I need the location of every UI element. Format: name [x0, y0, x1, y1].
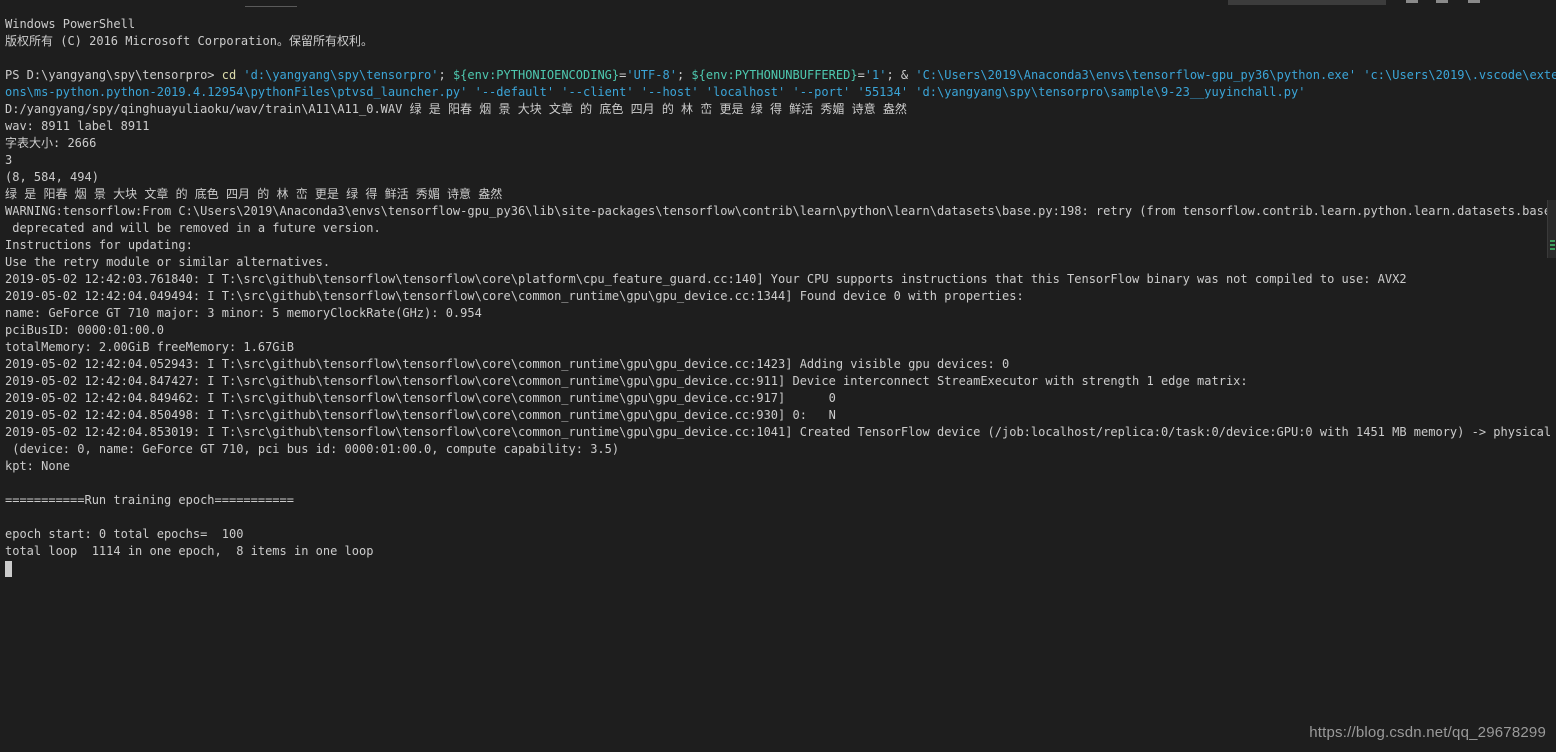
output-line: wav: 8911 label 8911: [5, 119, 150, 133]
terminal-selector-dropdown[interactable]: [1228, 0, 1386, 5]
watermark-text: https://blog.csdn.net/qq_29678299: [1309, 724, 1546, 741]
output-line: D:/yangyang/spy/qinghuayuliaoku/wav/trai…: [5, 102, 907, 116]
output-line: Use the retry module or similar alternat…: [5, 255, 331, 269]
output-line: 字表大小: 2666: [5, 136, 97, 150]
call-operator: ; &: [886, 68, 916, 82]
cd-command: cd: [221, 68, 237, 82]
env-var-ioencoding: ${env:PYTHONIOENCODING}: [452, 68, 620, 82]
terminal-cursor: [5, 561, 12, 577]
launcher-path-start: 'c:\Users\2019\.vscode\extensi: [1363, 68, 1556, 82]
log-line: 2019-05-02 12:42:04.850498: I T:\src\git…: [5, 408, 836, 422]
scrollbar-marker: [1550, 240, 1555, 242]
output-line: name: GeForce GT 710 major: 3 minor: 5 m…: [5, 306, 482, 320]
log-line: 2019-05-02 12:42:04.853019: I T:\src\git…: [5, 425, 1556, 439]
env-var-unbuffered: ${env:PYTHONUNBUFFERED}: [691, 68, 858, 82]
output-line: (8, 584, 494): [5, 170, 99, 184]
output-line: total loop 1114 in one epoch, 8 items in…: [5, 544, 374, 558]
launcher-args: '--default' '--client' '--host' 'localho…: [467, 85, 1306, 99]
cd-path-arg: 'd:\yangyang\spy\tensorpro': [236, 68, 439, 82]
terminal-output[interactable]: Windows PowerShell 版权所有 (C) 2016 Microso…: [5, 16, 1556, 577]
terminal-scrollbar[interactable]: [1547, 200, 1556, 258]
cursor-line[interactable]: [5, 560, 1541, 577]
output-line: 绿 是 阳春 烟 景 大块 文章 的 底色 四月 的 林 峦 更是 绿 得 鲜活…: [5, 187, 503, 201]
launcher-path-end: ons\ms-python.python-2019.4.12954\python…: [5, 85, 468, 99]
python-exe-path: 'C:\Users\2019\Anaconda3\envs\tensorflow…: [915, 68, 1357, 82]
output-line: epoch start: 0 total epochs= 100: [5, 527, 244, 541]
copyright-line: 版权所有 (C) 2016 Microsoft Corporation。保留所有…: [5, 34, 373, 48]
output-line: totalMemory: 2.00GiB freeMemory: 1.67GiB: [5, 340, 294, 354]
log-line: 2019-05-02 12:42:04.049494: I T:\src\git…: [5, 289, 1024, 303]
output-line: 3: [5, 153, 13, 167]
terminal-title-line: Windows PowerShell: [5, 17, 136, 31]
env-value-utf8: 'UTF-8': [626, 68, 677, 82]
log-line: 2019-05-02 12:42:04.847427: I T:\src\git…: [5, 374, 1248, 388]
log-line: 2019-05-02 12:42:03.761840: I T:\src\git…: [5, 272, 1407, 286]
log-line: 2019-05-02 12:42:04.849462: I T:\src\git…: [5, 391, 836, 405]
prompt-line-2: ons\ms-python.python-2019.4.12954\python…: [5, 84, 1541, 101]
active-tab-indicator[interactable]: [245, 6, 297, 7]
log-line: (device: 0, name: GeForce GT 710, pci bu…: [5, 442, 620, 456]
split-terminal-icon[interactable]: [1406, 0, 1418, 3]
ps-prompt: PS D:\yangyang\spy\tensorpro>: [5, 68, 222, 82]
scrollbar-marker: [1550, 244, 1555, 246]
warning-line: deprecated and will be removed in a futu…: [5, 221, 381, 235]
output-line: kpt: None: [5, 459, 71, 473]
separator: ;: [676, 68, 692, 82]
output-line: ===========Run training epoch===========: [5, 493, 294, 507]
prompt-line-1: PS D:\yangyang\spy\tensorpro> cd 'd:\yan…: [5, 67, 1556, 84]
equals-sign: =: [857, 68, 865, 82]
kill-terminal-icon[interactable]: [1436, 0, 1448, 3]
log-line: 2019-05-02 12:42:04.052943: I T:\src\git…: [5, 357, 1010, 371]
output-line: Instructions for updating:: [5, 238, 193, 252]
maximize-panel-icon[interactable]: [1468, 0, 1480, 3]
separator: ;: [438, 68, 453, 82]
output-line: pciBusID: 0000:01:00.0: [5, 323, 164, 337]
warning-line: WARNING:tensorflow:From C:\Users\2019\An…: [5, 204, 1556, 218]
env-value-one: '1': [864, 68, 887, 82]
scrollbar-marker: [1550, 248, 1555, 250]
